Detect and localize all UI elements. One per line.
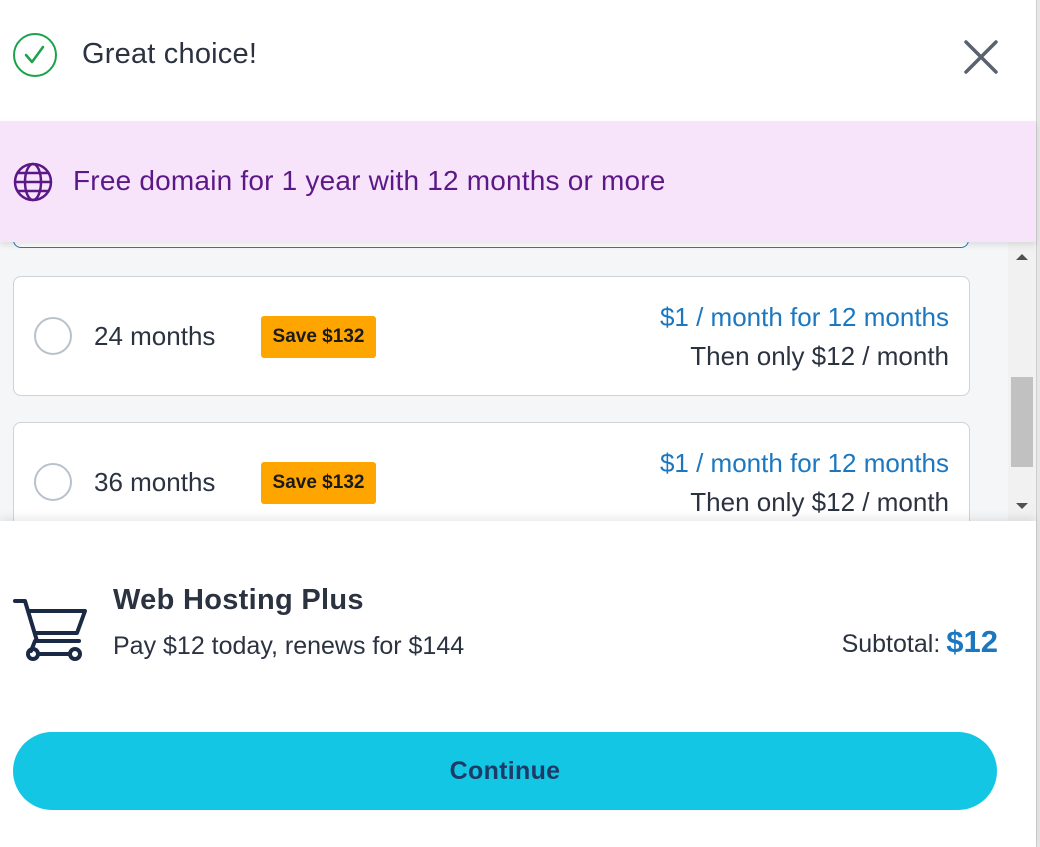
modal-header: Great choice! [0,0,1036,121]
subtotal-value: $12 [946,624,998,659]
check-circle-icon [13,33,57,77]
header-title: Great choice! [82,38,258,70]
promo-price: $1 / month for 12 months [659,302,949,332]
plan-list[interactable]: 24 months Save $132 $1 / month for 12 mo… [0,242,1008,521]
promo-text: Free domain for 1 year with 12 months or… [73,165,666,196]
scroll-up-arrow-icon[interactable] [1010,246,1034,266]
window-edge [1036,0,1040,847]
plan-radio[interactable] [34,317,72,355]
renewal-price: Then only $12 / month [690,487,949,517]
plan-card-36-months[interactable]: 36 months Save $132 $1 / month for 12 mo… [13,422,970,521]
product-name: Web Hosting Plus [113,584,364,616]
globe-icon [12,161,54,203]
cart-icon [13,591,89,663]
scrollbar-thumb[interactable] [1011,377,1033,467]
selected-plan-card-edge[interactable] [13,242,969,248]
close-icon[interactable] [960,36,1002,78]
continue-button[interactable]: Continue [13,732,997,810]
plan-radio[interactable] [34,463,72,501]
plan-card-24-months[interactable]: 24 months Save $132 $1 / month for 12 mo… [13,276,970,396]
renewal-price: Then only $12 / month [690,341,949,371]
save-badge: Save $132 [261,316,376,358]
plan-term: 24 months [94,321,216,351]
subtotal-label: Subtotal: [841,630,941,658]
promo-price: $1 / month for 12 months [659,448,949,478]
scroll-down-arrow-icon[interactable] [1010,497,1034,517]
save-badge: Save $132 [261,462,376,504]
product-billing-summary: Pay $12 today, renews for $144 [113,632,465,660]
plan-term: 36 months [94,467,216,497]
subtotal: Subtotal: $12 [842,624,998,660]
